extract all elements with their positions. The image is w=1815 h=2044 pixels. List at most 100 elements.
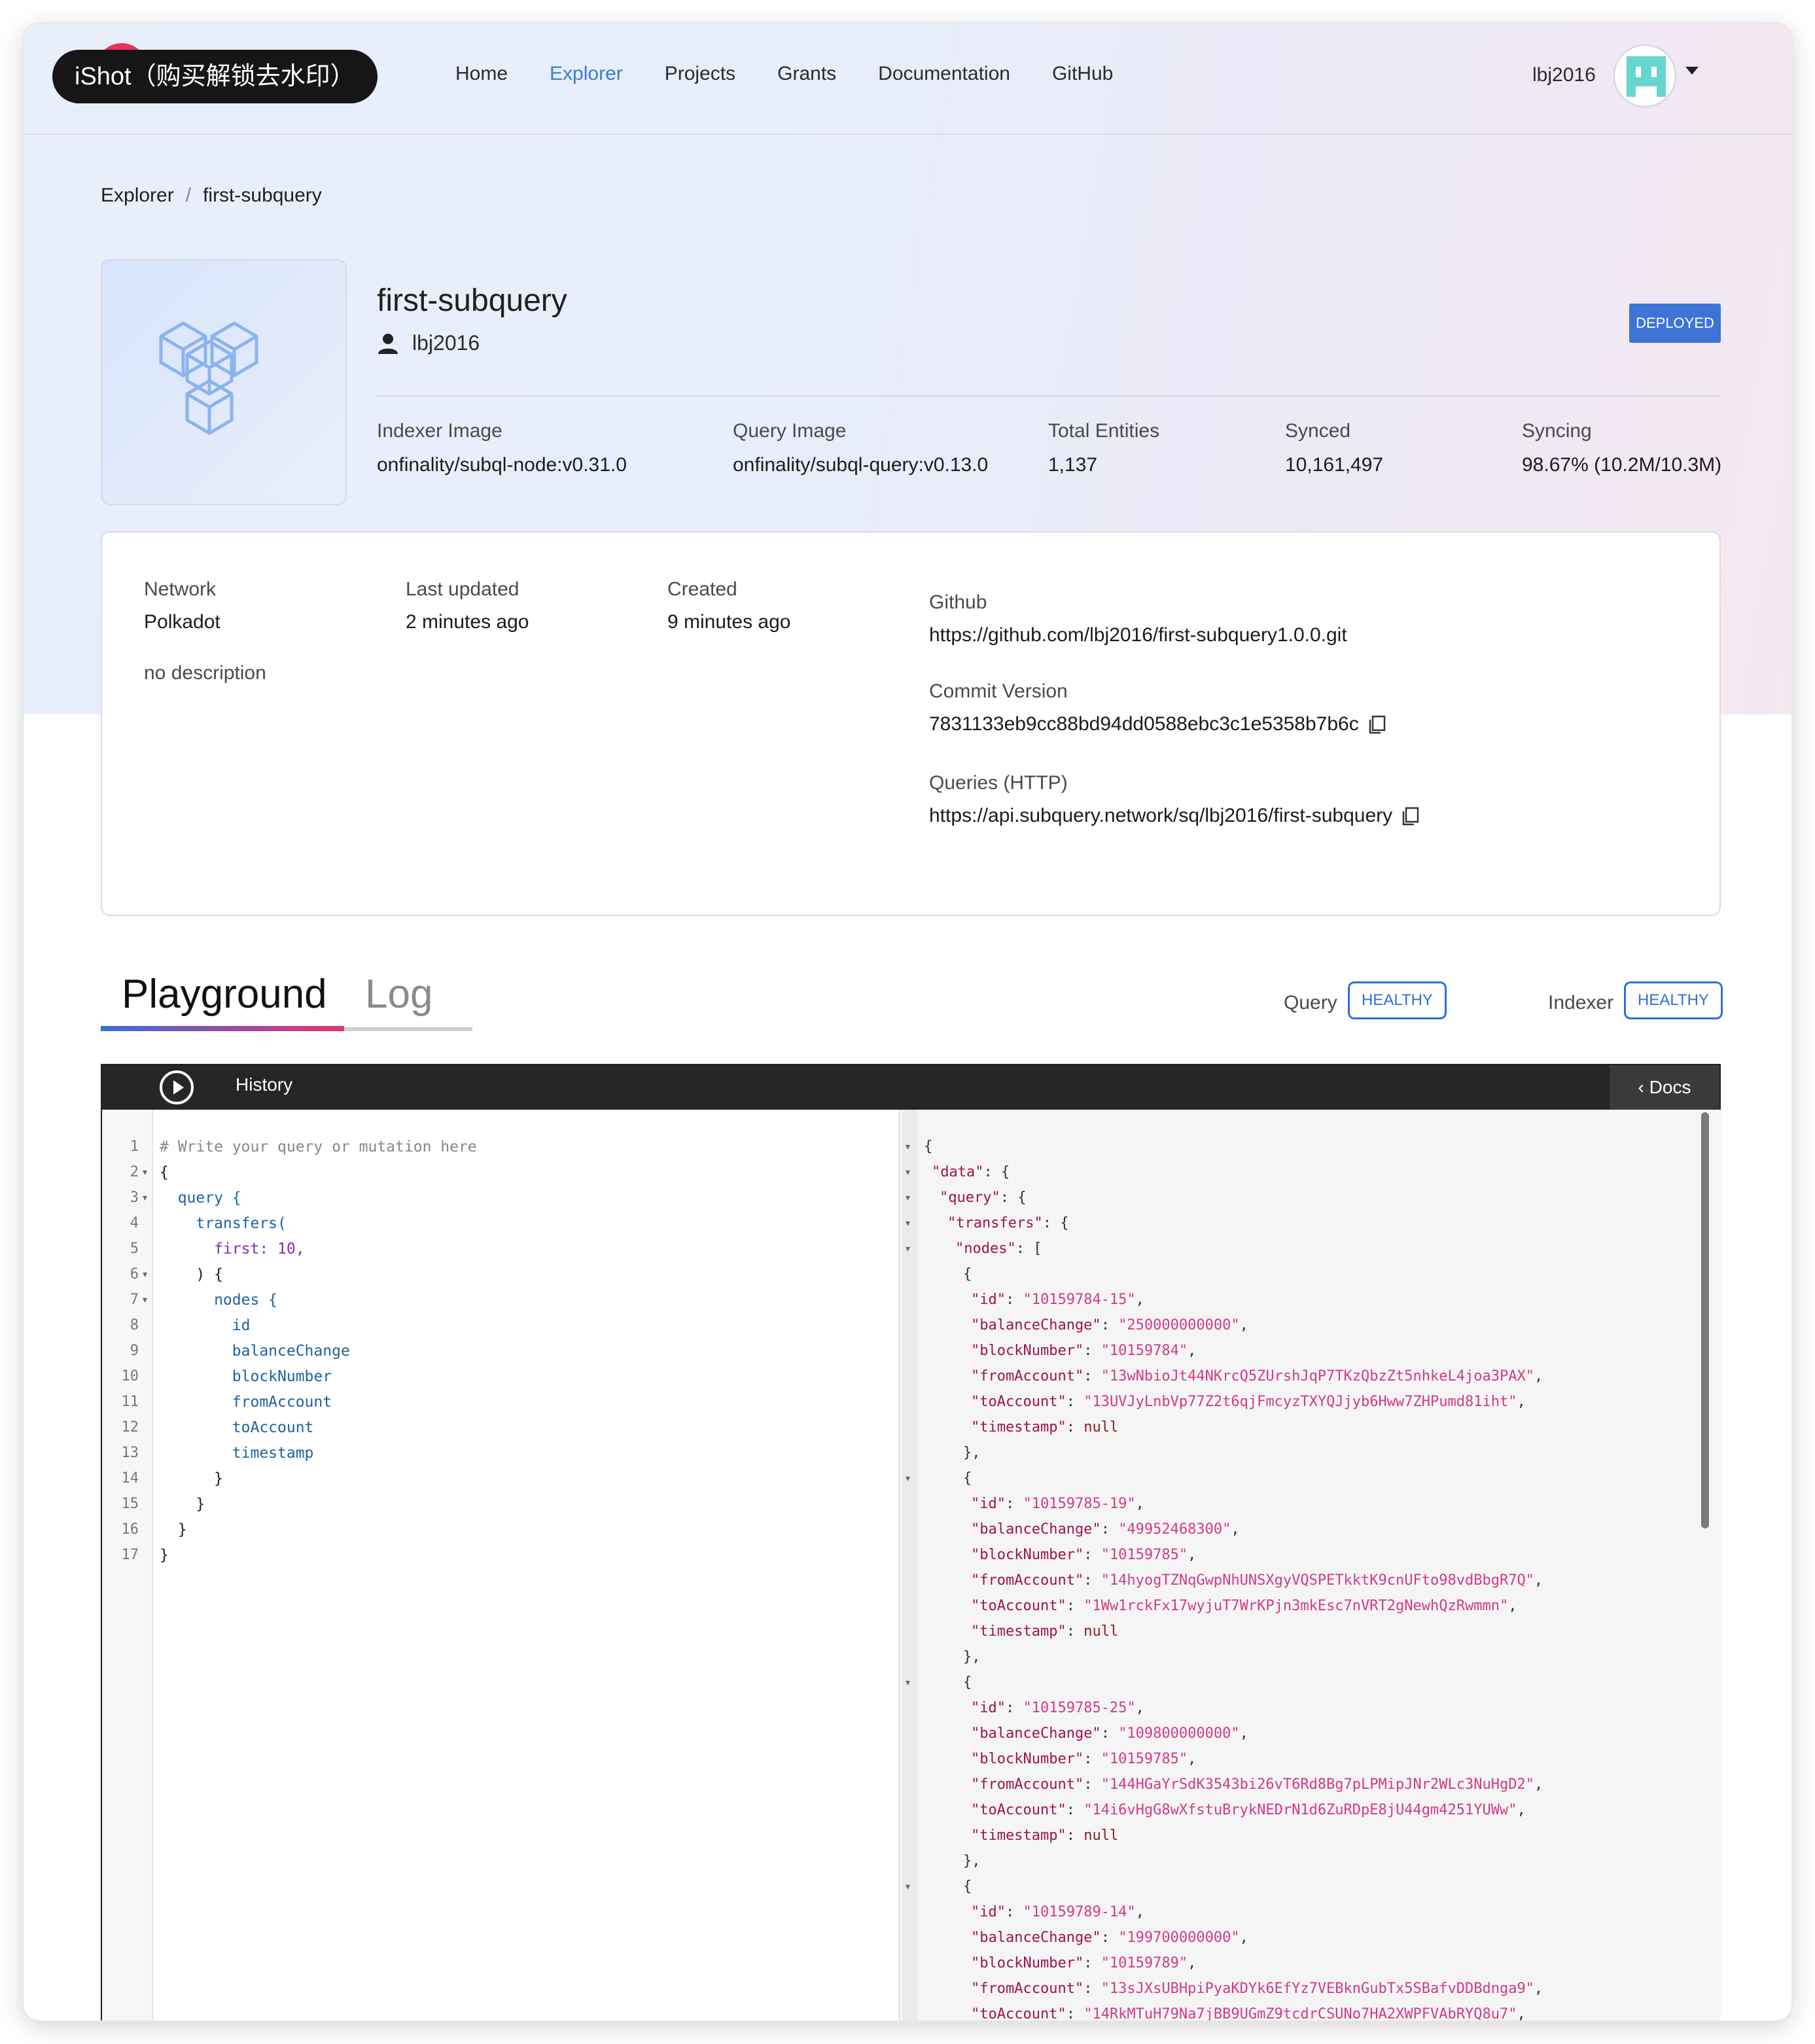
tab-log[interactable]: Log: [365, 971, 432, 1017]
fold-arrow-icon[interactable]: ▾: [906, 1167, 910, 1178]
line-number: 11: [121, 1394, 139, 1410]
code-line: }: [160, 1521, 187, 1538]
stat-query-image: Query Image onfinality/subql-query:v0.13…: [733, 420, 988, 476]
json-line: "toAccount": "14i6vHgG8wXfstuBrykNEDrN1d…: [971, 1802, 1526, 1818]
nav-link-grants[interactable]: Grants: [777, 63, 836, 85]
json-line: "id": "10159785-19",: [971, 1496, 1144, 1512]
created-value: 9 minutes ago: [667, 611, 791, 633]
nav-link-home[interactable]: Home: [455, 63, 508, 85]
stat-label: Indexer Image: [377, 420, 502, 442]
json-line: "blockNumber": "10159789",: [971, 1955, 1197, 1971]
code-line: timestamp: [160, 1445, 314, 1462]
code-line: }: [160, 1496, 205, 1513]
scrollbar[interactable]: [1701, 1112, 1709, 1528]
line-number: 14: [121, 1470, 139, 1487]
line-number: 1: [130, 1138, 139, 1155]
tab-playground[interactable]: Playground: [122, 971, 327, 1017]
query-health-badge: HEALTHY: [1348, 981, 1447, 1019]
line-number: 6: [130, 1266, 139, 1282]
last-updated-field: Last updated 2 minutes ago: [406, 578, 529, 633]
network-value: Polkadot: [144, 611, 220, 633]
owner-name[interactable]: lbj2016: [412, 331, 480, 355]
stat-value: 10,161,497: [1285, 454, 1384, 476]
cubes-icon: [159, 321, 258, 435]
user-name[interactable]: lbj2016: [1532, 64, 1596, 86]
stat-label: Total Entities: [1048, 420, 1160, 442]
queries-link[interactable]: https://api.subquery.network/sq/lbj2016/…: [929, 805, 1392, 827]
fold-arrow-icon[interactable]: ▾: [906, 1473, 910, 1484]
fold-arrow-icon[interactable]: ▾: [906, 1218, 910, 1229]
json-line: "fromAccount": "144HGaYrSdK3543bi26vT6Rd…: [971, 1776, 1543, 1793]
line-number: 13: [121, 1445, 139, 1461]
copy-icon[interactable]: [1367, 714, 1386, 734]
code-line: id: [160, 1317, 251, 1334]
github-label: Github: [929, 591, 987, 613]
nav-link-github[interactable]: GitHub: [1052, 63, 1113, 85]
stat-synced: Synced 10,161,497: [1285, 420, 1383, 476]
line-number: 8: [130, 1317, 139, 1333]
fold-arrow-icon[interactable]: ▾: [906, 1141, 910, 1152]
network-field: Network Polkadot: [144, 578, 220, 633]
docs-label: Docs: [1649, 1077, 1691, 1097]
chevron-down-icon[interactable]: [1685, 67, 1699, 75]
code-line: {: [160, 1164, 169, 1181]
json-line: "transfers": {: [947, 1215, 1069, 1231]
json-line: "id": "10159785-25",: [971, 1700, 1144, 1716]
stat-syncing: Syncing 98.67% (10.2M/10.3M): [1522, 420, 1721, 476]
github-link[interactable]: https://github.com/lbj2016/first-subquer…: [929, 624, 1347, 646]
line-number: 10: [121, 1368, 139, 1384]
fold-arrow-icon[interactable]: ▾: [906, 1677, 910, 1688]
json-line: "blockNumber": "10159784",: [971, 1343, 1197, 1359]
tab-underline: [344, 1027, 472, 1031]
fold-arrow-icon[interactable]: ▾: [143, 1269, 147, 1280]
project-image: [101, 259, 347, 505]
code-line: query {: [160, 1189, 241, 1207]
fold-arrow-icon[interactable]: ▾: [906, 1192, 910, 1203]
network-label: Network: [144, 578, 217, 600]
json-line: "balanceChange": "49952468300",: [971, 1521, 1240, 1538]
avatar[interactable]: [1613, 44, 1676, 107]
copy-icon[interactable]: [1400, 806, 1420, 826]
created-label: Created: [667, 578, 737, 600]
docs-button[interactable]: ‹ Docs: [1610, 1065, 1719, 1110]
run-query-button[interactable]: [160, 1070, 194, 1104]
json-line: },: [963, 1853, 981, 1869]
code-line: }: [160, 1470, 223, 1487]
playground-toolbar: History ‹ Docs: [102, 1065, 1719, 1110]
nav-link-projects[interactable]: Projects: [665, 63, 735, 85]
queries-label: Queries (HTTP): [929, 772, 1068, 794]
breadcrumb-explorer-link[interactable]: Explorer: [101, 185, 174, 207]
json-line: "id": "10159789-14",: [971, 1904, 1144, 1920]
project-title: first-subquery: [377, 283, 567, 318]
commit-value-row: 7831133eb9cc88bd94dd0588ebc3c1e5358b7b6c: [929, 713, 1386, 735]
nav-link-explorer[interactable]: Explorer: [550, 63, 623, 85]
avatar-identicon-icon: [1627, 56, 1666, 97]
result-viewer[interactable]: ▾ {▾ "data": {▾ "query": {▾ "transfers": {▾ "…: [902, 1110, 1721, 2020]
breadcrumb-current: first-subquery: [203, 185, 322, 206]
fold-arrow-icon[interactable]: ▾: [143, 1167, 147, 1178]
stat-label: Synced: [1285, 420, 1351, 442]
json-line: "toAccount": "14RkMTuH79Na7jBB9UGmZ9tcdr…: [971, 2006, 1526, 2020]
indexer-health-badge: HEALTHY: [1624, 981, 1723, 1019]
query-editor[interactable]: 1 # Write your query or mutation here 2 ▾ {3…: [102, 1110, 900, 2020]
stat-value: 1,137: [1048, 454, 1098, 476]
json-line: "query": {: [940, 1189, 1027, 1206]
code-line: first: 10,: [160, 1241, 305, 1258]
queries-field: Queries (HTTP) https://api.subquery.netw…: [929, 772, 1420, 827]
last-updated-value: 2 minutes ago: [406, 611, 529, 633]
nav-link-documentation[interactable]: Documentation: [878, 63, 1010, 85]
line-number: 12: [121, 1419, 139, 1436]
history-button[interactable]: History: [236, 1074, 292, 1095]
fold-arrow-icon[interactable]: ▾: [143, 1192, 147, 1203]
json-line: "fromAccount": "13sJXsUBHpiPyaKDYk6EfYz7…: [971, 1981, 1543, 1997]
last-updated-label: Last updated: [406, 578, 520, 600]
line-number: 3: [130, 1189, 139, 1206]
json-line: "timestamp": null: [971, 1419, 1119, 1436]
fold-arrow-icon[interactable]: ▾: [906, 1243, 910, 1254]
json-line: },: [963, 1649, 981, 1665]
line-number: 7: [130, 1292, 139, 1308]
fold-arrow-icon[interactable]: ▾: [143, 1294, 147, 1305]
line-number: 5: [130, 1241, 139, 1257]
divider: [377, 395, 1721, 396]
fold-arrow-icon[interactable]: ▾: [906, 1881, 910, 1892]
